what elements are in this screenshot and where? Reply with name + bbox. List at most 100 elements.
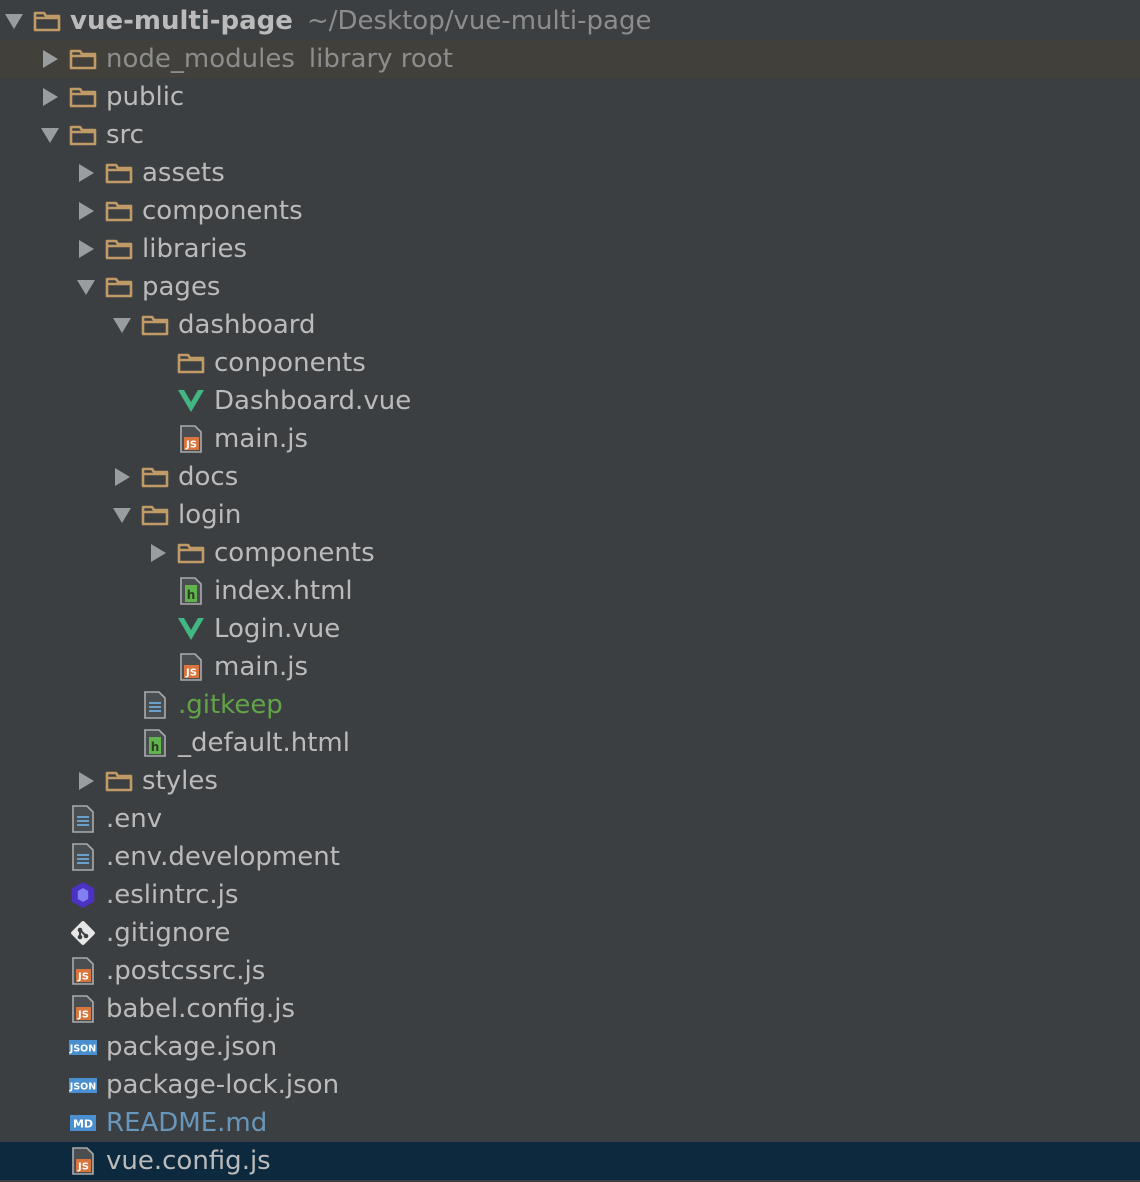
folder-icon: [140, 306, 170, 344]
collapsed-arrow-icon[interactable]: [72, 192, 100, 230]
tree-item-label: Login.vue: [214, 610, 340, 648]
markdown-file-icon: MD: [68, 1104, 98, 1142]
folder-icon: [32, 2, 62, 40]
tree-row[interactable]: JSON package-lock.json: [0, 1066, 1140, 1104]
json-file-icon: JSON: [68, 1028, 98, 1066]
tree-row[interactable]: .gitignore: [0, 914, 1140, 952]
svg-text:JS: JS: [77, 1162, 89, 1173]
tree-row[interactable]: JSON package.json: [0, 1028, 1140, 1066]
tree-row[interactable]: conponents: [0, 344, 1140, 382]
file-name: .eslintrc.js: [106, 880, 239, 910]
folder-icon: [104, 762, 134, 800]
js-file-icon: JS: [176, 648, 206, 686]
expanded-arrow-icon[interactable]: [36, 116, 64, 154]
tree-item-label: .gitkeep: [178, 686, 283, 724]
expanded-arrow-icon[interactable]: [0, 2, 28, 40]
tree-row[interactable]: MD README.md: [0, 1104, 1140, 1142]
svg-text:h: h: [187, 588, 196, 602]
tree-item-label: package-lock.json: [106, 1066, 339, 1104]
collapsed-arrow-icon[interactable]: [144, 534, 172, 572]
folder-icon: [104, 230, 134, 268]
tree-item-label: package.json: [106, 1028, 277, 1066]
tree-row[interactable]: JS .postcssrc.js: [0, 952, 1140, 990]
tree-item-label: Dashboard.vue: [214, 382, 411, 420]
tree-item-label: components: [214, 534, 375, 572]
tree-item-label: docs: [178, 458, 238, 496]
collapsed-arrow-icon[interactable]: [36, 40, 64, 78]
file-name: assets: [142, 158, 225, 188]
tree-item-label: vue.config.js: [106, 1142, 271, 1180]
html-file-icon: h: [176, 572, 206, 610]
file-name: vue.config.js: [106, 1146, 271, 1176]
tree-row[interactable]: components: [0, 534, 1140, 572]
file-name: styles: [142, 766, 218, 796]
tree-row[interactable]: components: [0, 192, 1140, 230]
collapsed-arrow-icon[interactable]: [36, 78, 64, 116]
file-name: conponents: [214, 348, 366, 378]
svg-text:JS: JS: [77, 1010, 89, 1021]
tree-row[interactable]: .env: [0, 800, 1140, 838]
file-name: package.json: [106, 1032, 278, 1062]
tree-item-label: _default.html: [178, 724, 350, 762]
file-name: node_modules: [106, 44, 295, 74]
collapsed-arrow-icon[interactable]: [72, 762, 100, 800]
tree-row[interactable]: styles: [0, 762, 1140, 800]
file-name: .env.development: [106, 842, 340, 872]
text-file-icon: [68, 800, 98, 838]
collapsed-arrow-icon[interactable]: [72, 230, 100, 268]
tree-row[interactable]: login: [0, 496, 1140, 534]
file-name: package-lock.json: [106, 1070, 340, 1100]
svg-text:JS: JS: [185, 440, 197, 451]
tree-row[interactable]: h _default.html: [0, 724, 1140, 762]
expanded-arrow-icon[interactable]: [108, 306, 136, 344]
tree-row[interactable]: assets: [0, 154, 1140, 192]
tree-row[interactable]: docs: [0, 458, 1140, 496]
tree-row[interactable]: JS main.js: [0, 420, 1140, 458]
tree-row[interactable]: JS babel.config.js: [0, 990, 1140, 1028]
git-file-icon: [68, 914, 98, 952]
tree-row[interactable]: .eslintrc.js: [0, 876, 1140, 914]
tree-row[interactable]: dashboard: [0, 306, 1140, 344]
expanded-arrow-icon[interactable]: [108, 496, 136, 534]
file-name: dashboard: [178, 310, 316, 340]
project-tree[interactable]: vue-multi-page ~/Desktop/vue-multi-page no…: [0, 0, 1140, 1182]
tree-row[interactable]: h index.html: [0, 572, 1140, 610]
svg-text:JS: JS: [77, 972, 89, 983]
tree-row[interactable]: src: [0, 116, 1140, 154]
folder-icon: [68, 40, 98, 78]
tree-item-label: .eslintrc.js: [106, 876, 238, 914]
expanded-arrow-icon[interactable]: [72, 268, 100, 306]
tree-item-label: components: [142, 192, 303, 230]
folder-icon: [68, 78, 98, 116]
library-root-label: library root: [308, 44, 453, 74]
tree-row[interactable]: Dashboard.vue: [0, 382, 1140, 420]
tree-item-label: .postcssrc.js: [106, 952, 265, 990]
file-name: _default.html: [178, 728, 350, 758]
file-name: .gitkeep: [178, 690, 283, 720]
tree-row[interactable]: Login.vue: [0, 610, 1140, 648]
tree-row[interactable]: node_modules library root: [0, 40, 1140, 78]
html-file-icon: h: [140, 724, 170, 762]
tree-row[interactable]: pages: [0, 268, 1140, 306]
collapsed-arrow-icon[interactable]: [108, 458, 136, 496]
project-path: ~/Desktop/vue-multi-page: [306, 6, 652, 36]
file-name: docs: [178, 462, 239, 492]
tree-item-label: dashboard: [178, 306, 316, 344]
tree-row[interactable]: libraries: [0, 230, 1140, 268]
svg-text:JSON: JSON: [69, 1082, 96, 1093]
folder-icon: [68, 116, 98, 154]
tree-row[interactable]: .gitkeep: [0, 686, 1140, 724]
collapsed-arrow-icon[interactable]: [72, 154, 100, 192]
tree-item-label: main.js: [214, 420, 308, 458]
file-name: vue-multi-page: [70, 6, 293, 36]
tree-row[interactable]: public: [0, 78, 1140, 116]
tree-item-label: index.html: [214, 572, 353, 610]
vue-file-icon: [176, 382, 206, 420]
file-name: components: [214, 538, 375, 568]
tree-row[interactable]: JS main.js: [0, 648, 1140, 686]
tree-row[interactable]: .env.development: [0, 838, 1140, 876]
tree-row[interactable]: vue-multi-page ~/Desktop/vue-multi-page: [0, 2, 1140, 40]
tree-item-label: public: [106, 78, 184, 116]
tree-item-label: styles: [142, 762, 218, 800]
tree-row[interactable]: JS vue.config.js: [0, 1142, 1140, 1180]
